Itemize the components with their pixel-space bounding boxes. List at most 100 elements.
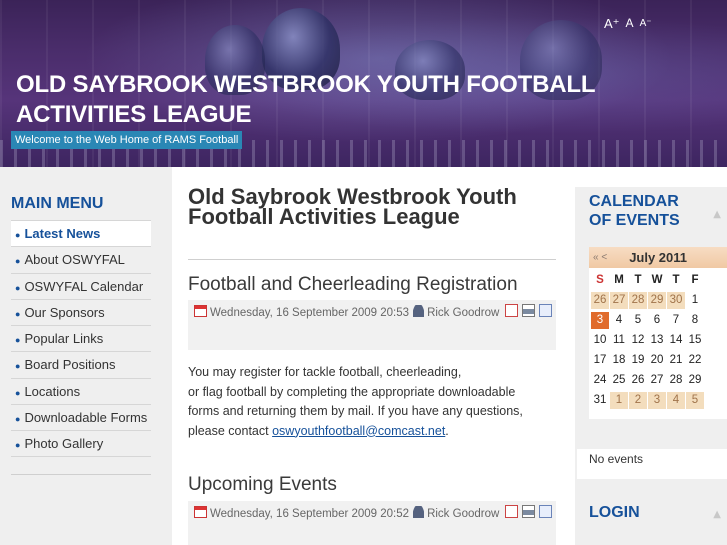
calendar-day[interactable]: 5 [686, 392, 704, 409]
calendar-day[interactable]: 31 [591, 392, 609, 409]
no-events-text: No events [589, 452, 644, 466]
calendar-day[interactable]: 22 [686, 352, 704, 369]
menu-item-calendar[interactable]: ● OSWYFAL Calendar [11, 272, 151, 299]
calendar-day[interactable]: 3 [648, 392, 666, 409]
calendar-day[interactable]: 26 [629, 372, 647, 389]
calendar-day[interactable]: 18 [610, 352, 628, 369]
calendar-day[interactable]: 17 [591, 352, 609, 369]
pdf-icon[interactable] [505, 505, 518, 518]
weekday-header: T [634, 274, 642, 286]
weekday-header: S [596, 274, 604, 286]
site-title[interactable]: Old Saybrook Westbrook Youth Football Ac… [16, 70, 716, 130]
calendar-day[interactable]: 10 [591, 332, 609, 349]
calendar-day[interactable]: 20 [648, 352, 666, 369]
calendar-module-title: CALENDAR OF EVENTS [589, 192, 680, 230]
menu-item-photo-gallery[interactable]: ● Photo Gallery [11, 430, 151, 457]
events-calendar: « < July 2011 S M T W T F 26 27 28 29 30… [589, 247, 727, 419]
collapse-icon[interactable]: ▲ [713, 209, 721, 220]
font-reset-button[interactable]: A [626, 16, 634, 32]
calendar-day[interactable]: 14 [667, 332, 685, 349]
calendar-day[interactable]: 27 [648, 372, 666, 389]
weekday-header: W [651, 274, 663, 286]
article-author: Rick Goodrow [427, 508, 500, 520]
calendar-day[interactable]: 28 [667, 372, 685, 389]
menu-item-label[interactable]: Latest News [24, 226, 100, 241]
menu-item-latest-news[interactable]: ● Latest News [11, 220, 151, 247]
article-heading[interactable]: Football and Cheerleading Registration [188, 274, 518, 296]
menu-item-label[interactable]: Board Positions [24, 357, 115, 372]
menu-item-popular-links[interactable]: ● Popular Links [11, 325, 151, 351]
calendar-day[interactable]: 15 [686, 332, 704, 349]
events-list: No events [577, 449, 727, 479]
bullet-icon: ● [15, 361, 21, 372]
calendar-day[interactable]: 21 [667, 352, 685, 369]
menu-item-locations[interactable]: ● Locations [11, 377, 151, 404]
article-date: Wednesday, 16 September 2009 20:52 [210, 508, 410, 520]
calendar-day[interactable]: 29 [648, 292, 666, 309]
calendar-day[interactable]: 29 [686, 372, 704, 389]
menu-item-board-positions[interactable]: ● Board Positions [11, 351, 151, 377]
menu-item-label[interactable]: Photo Gallery [24, 436, 103, 451]
article-date: Wednesday, 16 September 2009 20:53 [210, 307, 410, 319]
print-icon[interactable] [522, 505, 535, 518]
article-meta: Wednesday, 16 September 2009 20:53 Rick G… [188, 300, 556, 350]
calendar-title-line: CALENDAR [589, 193, 679, 210]
email-icon[interactable] [539, 505, 552, 518]
menu-item-label[interactable]: Downloadable Forms [24, 410, 147, 425]
font-decrease-button[interactable]: A⁻ [640, 18, 652, 32]
calendar-month: July 2011 [629, 250, 688, 265]
menu-item-sponsors[interactable]: ● Our Sponsors [11, 298, 151, 325]
article-text-line: forms and returning them by mail. If you… [188, 404, 523, 418]
calendar-day[interactable]: 30 [667, 292, 685, 309]
calendar-day[interactable]: 19 [629, 352, 647, 369]
calendar-day[interactable]: 6 [648, 312, 666, 329]
page-title: Old Saybrook Westbrook Youth Football Ac… [188, 184, 517, 229]
email-icon[interactable] [539, 304, 552, 317]
calendar-day[interactable]: 1 [686, 292, 704, 309]
article-heading[interactable]: Upcoming Events [188, 474, 337, 496]
main-menu-title: MAIN MENU [11, 195, 104, 212]
font-increase-button[interactable]: A⁺ [604, 16, 620, 32]
calendar-day[interactable]: 1 [610, 392, 628, 409]
calendar-day[interactable]: 2 [629, 392, 647, 409]
site-title-text[interactable]: Old Saybrook Westbrook Youth Football Ac… [16, 71, 595, 128]
calendar-grid: S M T W T F 26 27 28 29 30 1 3 4 5 6 7 8… [589, 272, 727, 409]
calendar-day-today[interactable]: 3 [591, 312, 609, 329]
menu-item-label[interactable]: OSWYFAL Calendar [24, 279, 143, 294]
calendar-icon [194, 305, 207, 317]
bullet-icon: ● [15, 256, 21, 267]
calendar-day[interactable]: 8 [686, 312, 704, 329]
calendar-day[interactable]: 13 [648, 332, 666, 349]
calendar-day[interactable]: 7 [667, 312, 685, 329]
calendar-day[interactable]: 12 [629, 332, 647, 349]
font-size-tools: A⁺ A A⁻ [604, 16, 652, 32]
title-divider [188, 259, 556, 260]
menu-item-label[interactable]: Our Sponsors [24, 305, 104, 320]
collapse-icon[interactable]: ▲ [713, 509, 721, 520]
calendar-day[interactable]: 25 [610, 372, 628, 389]
article-tools [505, 304, 552, 317]
contact-email-link[interactable]: oswyouthfootball@comcast.net [272, 424, 445, 438]
article-text-line: please contact oswyouthfootball@comcast.… [188, 422, 556, 442]
calendar-day[interactable]: 28 [629, 292, 647, 309]
menu-item-label[interactable]: Locations [24, 384, 80, 399]
menu-item-about[interactable]: ● About OSWYFAL [11, 246, 151, 272]
article-author: Rick Goodrow [427, 307, 500, 319]
weekday-header: M [614, 274, 624, 286]
article-text-line: or flag football by completing the appro… [188, 384, 516, 399]
calendar-day[interactable]: 26 [591, 292, 609, 309]
bullet-icon: ● [15, 230, 21, 240]
menu-item-label[interactable]: Popular Links [24, 331, 103, 346]
calendar-day[interactable]: 11 [610, 332, 628, 349]
calendar-day[interactable]: 4 [667, 392, 685, 409]
calendar-day[interactable]: 4 [610, 312, 628, 329]
menu-item-label[interactable]: About OSWYFAL [24, 252, 124, 267]
menu-item-downloadable-forms[interactable]: ● Downloadable Forms [11, 404, 151, 430]
right-sidebar: CALENDAR OF EVENTS ▲ « < July 2011 S M T… [575, 187, 727, 545]
print-icon[interactable] [522, 304, 535, 317]
calendar-day[interactable]: 27 [610, 292, 628, 309]
calendar-day[interactable]: 5 [629, 312, 647, 329]
calendar-day[interactable]: 24 [591, 372, 609, 389]
pdf-icon[interactable] [505, 304, 518, 317]
prev-month-arrows[interactable]: « < [589, 247, 611, 268]
